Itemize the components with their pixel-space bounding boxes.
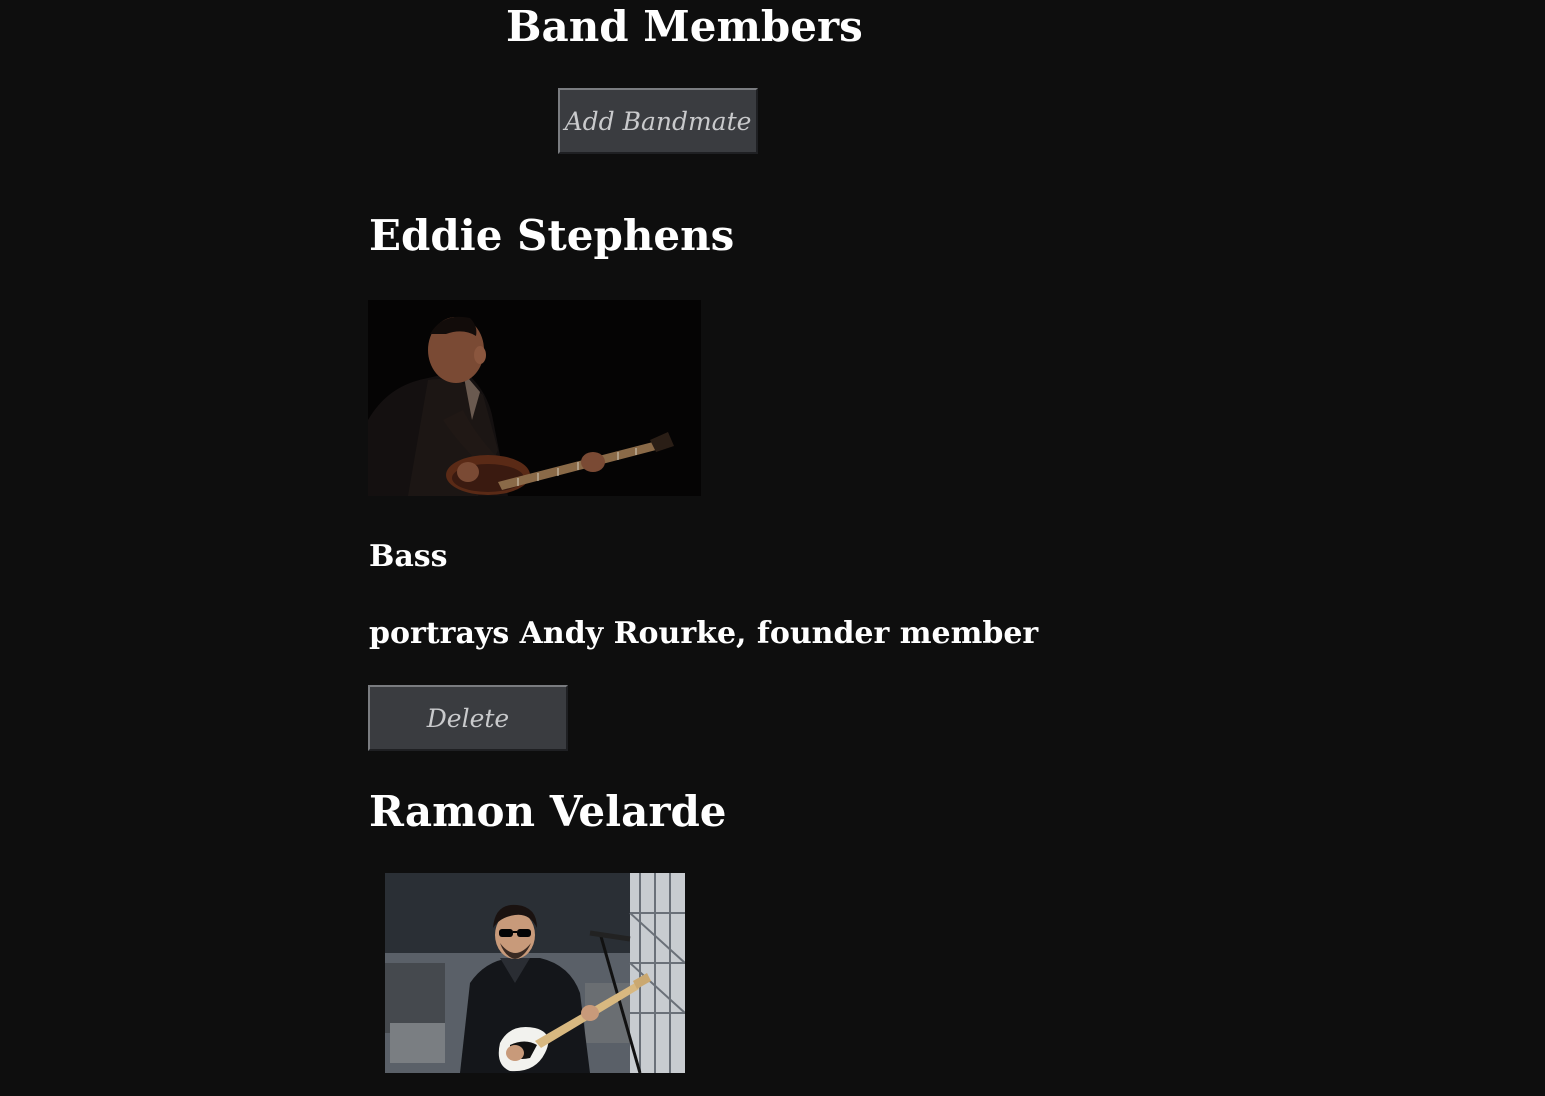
- member-name: Eddie Stephens: [369, 211, 735, 260]
- member-photo: [368, 300, 701, 496]
- member-photo: [385, 873, 685, 1073]
- bassist-photo-icon: [368, 300, 701, 496]
- member-name: Ramon Velarde: [369, 787, 727, 836]
- page-title: Band Members: [506, 2, 863, 51]
- delete-button[interactable]: Delete: [368, 685, 568, 751]
- guitarist-photo-icon: [385, 873, 685, 1073]
- member-description: portrays Andy Rourke, founder member: [369, 616, 1039, 651]
- add-bandmate-button[interactable]: Add Bandmate: [558, 88, 758, 154]
- member-instrument: Bass: [369, 539, 448, 574]
- page: Band Members Add Bandmate Eddie Stephens: [0, 0, 1545, 1096]
